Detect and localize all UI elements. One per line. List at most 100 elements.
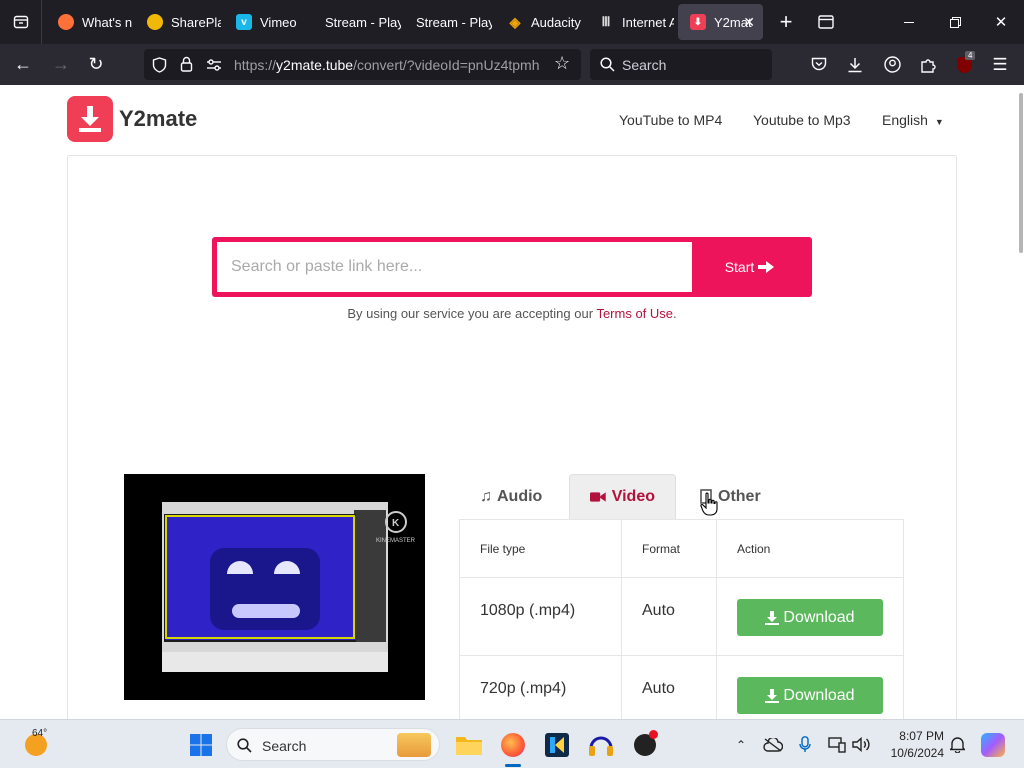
kinemaster-taskbar-button[interactable] — [540, 720, 574, 768]
network-icon — [828, 736, 846, 753]
header-file-type: File type — [459, 519, 622, 578]
download-label: Download — [783, 608, 855, 626]
tab-label: Audacity — [531, 14, 581, 30]
reload-button[interactable]: ↻ — [79, 44, 113, 85]
tab-stream-2[interactable]: Stream - Play — [404, 4, 492, 40]
cell-action: Download — [716, 577, 904, 656]
tab-vimeo[interactable]: v Vimeo — [224, 4, 310, 40]
close-icon: ✕ — [994, 14, 1008, 31]
tab-label: SharePla — [171, 14, 221, 30]
search-icon — [237, 738, 252, 753]
download-button[interactable]: Download — [737, 677, 883, 714]
scrollbar-thumb[interactable] — [1019, 93, 1023, 253]
tab-video[interactable]: Video — [569, 474, 676, 519]
account-button[interactable] — [875, 44, 909, 85]
site-brand[interactable]: Y2mate — [67, 96, 197, 142]
page-scrollbar[interactable] — [1017, 85, 1024, 719]
clock-time: 8:07 PM — [899, 729, 944, 743]
restore-button[interactable] — [936, 0, 974, 44]
extensions-button[interactable] — [911, 44, 945, 85]
back-button[interactable]: ← — [6, 44, 40, 85]
menu-button[interactable]: ☰ — [983, 44, 1017, 85]
hand-cursor-icon — [700, 492, 718, 516]
copilot-button[interactable] — [978, 720, 1008, 768]
forward-arrow-icon: → — [52, 54, 70, 74]
start-button[interactable]: Start — [692, 242, 807, 292]
puzzle-icon — [921, 58, 936, 73]
close-tab-icon[interactable]: ✕ — [743, 14, 755, 31]
thumbnail-watermark: KINEMASTER — [376, 538, 416, 544]
minimize-button[interactable] — [890, 0, 928, 44]
url-prefix: https:// — [234, 57, 277, 73]
media-app-taskbar-button[interactable] — [628, 720, 662, 768]
url-bar[interactable]: https://y2mate.tube/convert/?videoId=pnU… — [144, 49, 581, 80]
tab-internet-archive[interactable]: Ⅲ Internet A — [586, 4, 674, 40]
onedrive-status[interactable] — [762, 720, 784, 768]
back-arrow-icon: ← — [14, 54, 32, 74]
clock-date: 10/6/2024 — [890, 746, 944, 760]
ublock-extension-button[interactable]: 4 — [947, 44, 981, 85]
weather-widget[interactable]: 64° — [16, 720, 56, 768]
system-clock[interactable]: 8:07 PM 10/6/2024 — [884, 728, 944, 762]
lock-icon — [180, 56, 193, 72]
header-format: Format — [621, 519, 717, 578]
y2mate-logo-icon — [67, 96, 113, 142]
tab-whats-new[interactable]: What's n — [46, 4, 132, 40]
url-text: https://y2mate.tube/convert/?videoId=pnU… — [234, 57, 549, 73]
tab-audacity[interactable]: ◈ Audacity — [495, 4, 581, 40]
language-dropdown[interactable]: English ▼ — [882, 112, 944, 128]
tab-video-label: Video — [611, 488, 655, 505]
nav-youtube-to-mp4[interactable]: YouTube to MP4 — [619, 112, 722, 128]
cell-format: Auto — [621, 655, 717, 719]
extension-badge: 4 — [965, 51, 976, 60]
pocket-button[interactable] — [802, 44, 836, 85]
tab-y2mate[interactable]: ⬇ Y2mat ✕ — [678, 4, 763, 40]
tab-list-icon — [818, 15, 834, 29]
firefox-taskbar-button[interactable] — [496, 720, 530, 768]
downloads-button[interactable] — [838, 44, 872, 85]
terms-suffix: . — [673, 306, 677, 321]
show-hidden-icons-button[interactable]: ⌃ — [730, 720, 752, 768]
cell-file-type: 720p (.mp4) — [459, 655, 622, 719]
network-status[interactable] — [826, 720, 848, 768]
windows-taskbar: 64° Search ⌃ 8:07 PM 10/6/2024 — [0, 719, 1024, 768]
forward-button[interactable]: → — [44, 44, 78, 85]
account-icon — [883, 56, 901, 73]
close-window-button[interactable]: ✕ — [982, 0, 1020, 44]
tab-sharepla[interactable]: SharePla — [135, 4, 221, 40]
bookmark-star-icon[interactable]: ☆ — [554, 53, 570, 74]
volume-control[interactable] — [850, 720, 872, 768]
page-content: Y2mate YouTube to MP4 Youtube to Mp3 Eng… — [0, 85, 1024, 719]
arrow-right-icon — [758, 261, 775, 273]
cell-format: Auto — [621, 577, 717, 656]
start-label: Start — [724, 259, 755, 275]
search-bar[interactable]: Search — [590, 49, 772, 80]
tab-bar: What's n SharePla v Vimeo Stream - Play … — [0, 0, 1024, 44]
start-button[interactable] — [184, 720, 218, 768]
permissions-icon — [207, 59, 221, 71]
terms-of-use-link[interactable]: Terms of Use — [596, 306, 673, 321]
navigation-toolbar: ← → ↻ https://y2mate.tube/convert/?video… — [0, 44, 1024, 85]
download-button[interactable]: Download — [737, 599, 883, 636]
nav-youtube-to-mp3[interactable]: Youtube to Mp3 — [753, 112, 851, 128]
search-bar-label: Search — [622, 57, 667, 73]
firefox-view-button[interactable] — [0, 0, 42, 44]
tab-other[interactable]: Other — [680, 474, 788, 519]
minimize-icon — [904, 21, 914, 23]
firefox-view-icon — [13, 15, 28, 29]
notifications-button[interactable] — [946, 720, 968, 768]
download-label: Download — [783, 686, 855, 704]
download-icon — [848, 57, 862, 72]
taskbar-search[interactable]: Search — [226, 728, 440, 761]
video-url-input[interactable] — [217, 242, 692, 292]
microphone-status[interactable] — [794, 720, 816, 768]
weather-temp: 64° — [32, 728, 48, 739]
tab-stream-1[interactable]: Stream - Play — [313, 4, 401, 40]
audacity-taskbar-button[interactable] — [584, 720, 618, 768]
tab-audio[interactable]: ♫ Audio — [460, 474, 568, 519]
tab-list-button[interactable] — [810, 0, 842, 44]
file-explorer-button[interactable] — [452, 720, 486, 768]
new-tab-button[interactable]: + — [770, 0, 802, 44]
search-highlight-icon — [397, 733, 431, 757]
table-header-row: File type Format Action — [459, 519, 904, 578]
